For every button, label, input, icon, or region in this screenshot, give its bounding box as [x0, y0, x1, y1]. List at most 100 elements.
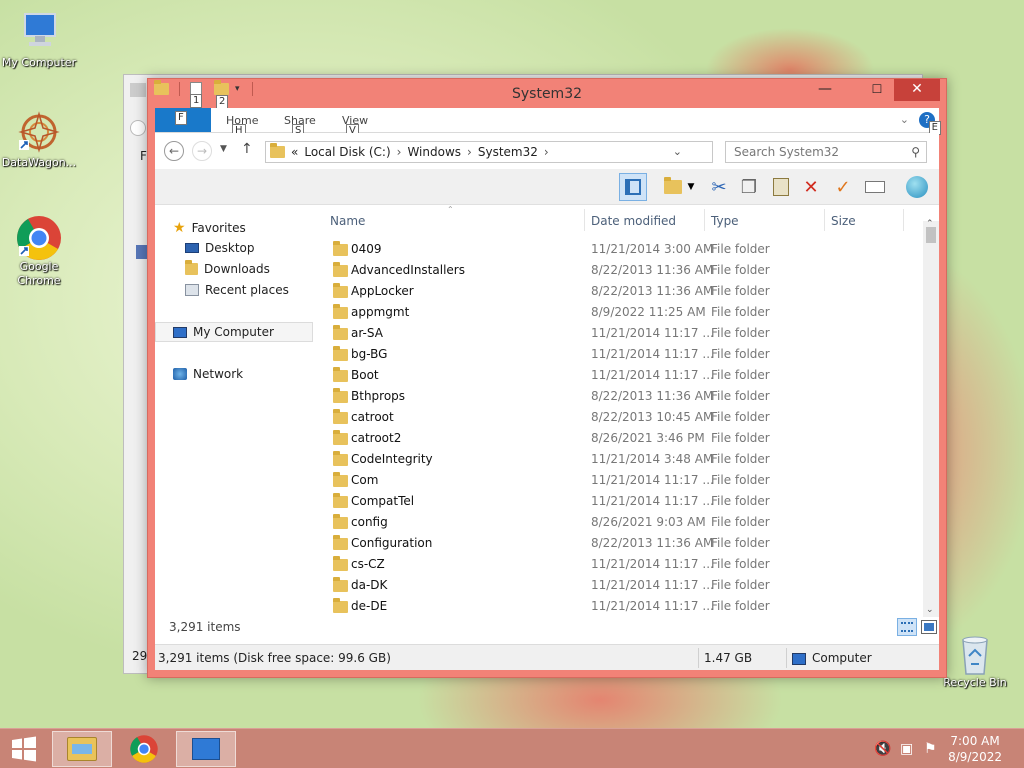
scrollbar-thumb[interactable]	[926, 227, 936, 243]
table-row[interactable]: catroot 8/22/2013 10:45 AM File folder	[325, 407, 925, 428]
column-divider[interactable]	[704, 209, 705, 231]
file-type: File folder	[711, 410, 770, 424]
table-row[interactable]: ar-SA 11/21/2014 11:17 ... File folder	[325, 323, 925, 344]
breadcrumb-system32[interactable]: System32	[478, 145, 538, 159]
table-row[interactable]: catroot2 8/26/2021 3:46 PM File folder	[325, 428, 925, 449]
table-row[interactable]: AppLocker 8/22/2013 11:36 AM File folder	[325, 281, 925, 302]
network-icon	[173, 368, 187, 380]
large-icons-view-button[interactable]	[921, 620, 937, 634]
table-row[interactable]: de-DE 11/21/2014 11:17 ... File folder	[325, 596, 925, 617]
table-row[interactable]: CodeIntegrity 11/21/2014 3:48 AM File fold…	[325, 449, 925, 470]
file-name: 0409	[351, 242, 382, 256]
recent-locations-icon[interactable]: ▼	[220, 144, 227, 154]
desktop-icon-google-chrome[interactable]: Google Chrome	[0, 214, 79, 288]
column-divider[interactable]	[824, 209, 825, 231]
vertical-scrollbar[interactable]: ⌃ ⌄	[923, 219, 939, 617]
globe-icon[interactable]	[905, 175, 929, 199]
table-row[interactable]: cs-CZ 11/21/2014 11:17 ... File folder	[325, 554, 925, 575]
file-type: File folder	[711, 515, 770, 529]
back-button[interactable]: ←	[164, 141, 184, 161]
breadcrumb-separator-icon[interactable]: ›	[397, 145, 402, 159]
file-name: Boot	[351, 368, 379, 382]
folder-icon	[333, 577, 348, 592]
table-row[interactable]: Bthprops 8/22/2013 11:36 AM File folder	[325, 386, 925, 407]
paste-icon[interactable]	[769, 175, 793, 199]
breadcrumb-windows[interactable]: Windows	[407, 145, 461, 159]
desktop-icon-my-computer[interactable]: My Computer	[0, 10, 79, 70]
desktop-icon-recycle-bin[interactable]: Recycle Bin	[935, 630, 1015, 690]
column-type[interactable]: Type	[711, 214, 739, 228]
volume-muted-icon[interactable]: 🔇	[874, 741, 891, 757]
check-icon[interactable]: ✓	[831, 175, 855, 199]
column-divider[interactable]	[584, 209, 585, 231]
file-date: 8/9/2022 11:25 AM	[591, 305, 706, 319]
preview-pane-button[interactable]	[619, 173, 647, 201]
maximize-button[interactable]: ☐	[862, 79, 892, 101]
breadcrumb-local-disk[interactable]: Local Disk (C:)	[304, 145, 390, 159]
search-icon[interactable]: ⚲	[911, 145, 920, 159]
file-explorer-icon	[67, 737, 97, 761]
file-date: 11/21/2014 11:17 ...	[591, 599, 714, 613]
file-name: CodeIntegrity	[351, 452, 433, 466]
table-row[interactable]: da-DK 11/21/2014 11:17 ... File folder	[325, 575, 925, 596]
table-row[interactable]: Com 11/21/2014 11:17 ... File folder	[325, 470, 925, 491]
taskbar-chrome[interactable]	[114, 731, 174, 767]
desktop-icon-datawagon[interactable]: DataWagon...	[0, 110, 79, 170]
search-input[interactable]: Search System32 ⚲	[725, 141, 927, 163]
column-date-modified[interactable]: Date modified	[591, 214, 676, 228]
nav-item-network[interactable]: Network	[173, 367, 243, 381]
nav-favorites[interactable]: ★ Favorites	[173, 220, 246, 236]
tab-file[interactable]: F	[155, 108, 211, 132]
up-button[interactable]: ↑	[241, 141, 253, 157]
column-size[interactable]: Size	[831, 214, 856, 228]
table-row[interactable]: bg-BG 11/21/2014 11:17 ... File folder	[325, 344, 925, 365]
tab-view[interactable]: View V	[342, 114, 368, 138]
details-view-button[interactable]	[897, 618, 917, 636]
nav-item-recent-places[interactable]: Recent places	[185, 283, 289, 297]
nav-item-downloads[interactable]: Downloads	[185, 260, 270, 276]
table-row[interactable]: AdvancedInstallers 8/22/2013 11:36 AM File…	[325, 260, 925, 281]
folder-icon	[333, 493, 348, 508]
taskbar-file-explorer[interactable]	[52, 731, 112, 767]
nav-item-desktop[interactable]: Desktop	[185, 241, 255, 255]
tab-home[interactable]: Home H	[226, 114, 258, 138]
tab-share[interactable]: Share S	[284, 114, 316, 138]
action-center-icon[interactable]: ⚑	[924, 741, 937, 757]
explorer-window[interactable]: 1 2 ▾ System32 — ☐ ✕ F Home H Share S Vi…	[147, 78, 947, 678]
address-bar[interactable]: « Local Disk (C:) › Windows › System32 ›…	[265, 141, 738, 163]
column-divider[interactable]	[903, 209, 904, 231]
minimize-button[interactable]: —	[810, 79, 840, 101]
table-row[interactable]: appmgmt 8/9/2022 11:25 AM File folder	[325, 302, 925, 323]
folder-options-dropdown-icon[interactable]: ▼	[685, 175, 697, 199]
folder-icon	[333, 367, 348, 382]
table-row[interactable]: Boot 11/21/2014 11:17 ... File folder	[325, 365, 925, 386]
address-folder-icon	[270, 143, 285, 158]
navigation-pane: ★ Favorites Desktop Downloads Recent pla…	[155, 205, 325, 617]
table-row[interactable]: config 8/26/2021 9:03 AM File folder	[325, 512, 925, 533]
forward-button[interactable]: →	[192, 141, 212, 161]
nav-item-my-computer[interactable]: My Computer	[173, 325, 274, 339]
ribbon-expand-icon[interactable]: ⌄	[900, 113, 909, 126]
breadcrumb-separator-icon[interactable]: ›	[467, 145, 472, 159]
breadcrumb-separator-icon[interactable]: ›	[544, 145, 549, 159]
delete-icon[interactable]: ✕	[799, 175, 823, 199]
rename-icon[interactable]	[863, 175, 887, 199]
folder-options-button[interactable]	[661, 175, 685, 199]
breadcrumb-overflow[interactable]: «	[291, 145, 298, 159]
scroll-down-icon[interactable]: ⌄	[926, 605, 934, 615]
nav-label: Recent places	[205, 283, 289, 297]
start-button[interactable]	[0, 731, 48, 767]
title-bar[interactable]: 1 2 ▾ System32 — ☐ ✕	[148, 79, 946, 109]
copy-icon[interactable]: ❐	[737, 175, 761, 199]
network-tray-icon[interactable]: ▣	[900, 741, 913, 757]
column-name[interactable]: Name	[330, 214, 365, 228]
table-row[interactable]: 0409 11/21/2014 3:00 AM File folder	[325, 239, 925, 260]
clock[interactable]: 7:00 AM 8/9/2022	[948, 733, 1002, 765]
close-button[interactable]: ✕	[894, 79, 940, 101]
taskbar-control-panel[interactable]	[176, 731, 236, 767]
address-dropdown-icon[interactable]: ⌄	[673, 145, 682, 158]
file-date: 11/21/2014 11:17 ...	[591, 326, 714, 340]
table-row[interactable]: Configuration 8/22/2013 11:36 AM File fold…	[325, 533, 925, 554]
cut-icon[interactable]: ✂	[707, 175, 731, 199]
table-row[interactable]: CompatTel 11/21/2014 11:17 ... File folder	[325, 491, 925, 512]
